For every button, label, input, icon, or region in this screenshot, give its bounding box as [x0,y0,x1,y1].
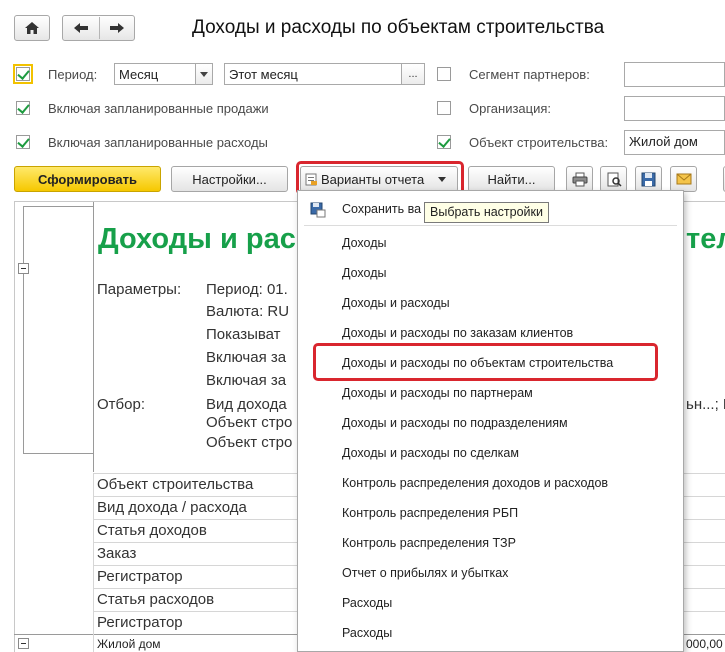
menu-item[interactable]: Доходы и расходы по сделкам [342,446,519,460]
report-variants-menu: Сохранить ва Доходы Доходы Доходы и расх… [297,190,684,652]
report-title-tail: тел [686,223,725,255]
minus-icon [21,643,26,644]
segment-checkbox[interactable] [437,67,451,81]
window-title: Доходы и расходы по объектам строительст… [192,17,605,38]
print-preview-icon [607,172,622,187]
object-field[interactable]: Жилой дом [624,130,725,155]
planned-expenses-label: Включая запланированные расходы [48,135,268,150]
segment-field[interactable] [624,62,725,87]
filter-line-tail: ьн...; Р [686,396,725,413]
report-title: Доходы и рас [98,223,296,255]
chevron-down-icon [200,71,208,77]
filter-label: Отбор: [97,396,145,413]
grouping-row: Регистратор [97,614,183,631]
find-button[interactable]: Найти... [468,166,555,192]
save-settings-icon [310,202,326,218]
menu-item[interactable]: Отчет о прибылях и убытках [342,566,508,580]
menu-item[interactable]: Контроль распределения доходов и расходо… [342,476,608,490]
period-dropdown-button[interactable] [195,63,213,85]
printer-icon [572,172,587,186]
menu-item[interactable]: Расходы [342,596,392,610]
settings-button[interactable]: Настройки... [171,166,288,192]
data-row-label: Жилой дом [97,637,161,651]
tooltip: Выбрать настройки [424,202,549,223]
period-range-button[interactable]: ... [401,63,425,85]
preview-button[interactable] [600,166,627,192]
grouping-row: Заказ [97,545,137,562]
group-bracket [23,206,93,454]
menu-item[interactable]: Расходы [342,626,392,640]
filter-line: Объект стро [206,434,293,451]
menu-item[interactable]: Доходы [342,266,386,280]
envelope-icon [676,173,691,185]
param-line: Период: 01. [206,281,288,298]
grouping-column-divider [93,473,94,652]
menu-item[interactable]: Доходы и расходы [342,296,450,310]
param-line: Валюта: RU [206,303,290,320]
object-label: Объект строительства: [469,135,609,150]
report-left-gutter [14,202,15,652]
menu-item[interactable]: Доходы [342,236,386,250]
collapse-group-button[interactable] [18,263,29,274]
period-checkbox[interactable] [13,64,33,84]
planned-sales-label: Включая запланированные продажи [48,101,269,116]
menu-item[interactable]: Доходы и расходы по заказам клиентов [342,326,573,340]
save-button[interactable] [635,166,662,192]
arrow-left-icon [74,23,88,33]
params-label: Параметры: [97,281,182,298]
arrow-right-icon [110,23,124,33]
menu-item-save-variant[interactable]: Сохранить ва [342,202,421,216]
org-label: Организация: [469,101,552,116]
email-button[interactable] [670,166,697,192]
floppy-disk-icon [641,172,656,186]
forward-button[interactable] [100,16,134,40]
home-icon [25,22,39,34]
param-line: Включая за [206,349,287,366]
org-checkbox[interactable] [437,101,451,115]
planned-expenses-checkbox[interactable] [16,135,30,149]
selected-item-highlight [313,343,658,381]
period-select[interactable]: Месяц [114,63,196,85]
grouping-row: Объект строительства [97,476,254,493]
menu-item[interactable]: Контроль распределения ТЗР [342,536,516,550]
menu-item[interactable]: Контроль распределения РБП [342,506,518,520]
grouping-row: Регистратор [97,568,183,585]
grouping-row: Статья доходов [97,522,207,539]
minus-icon [21,268,26,269]
object-checkbox[interactable] [437,135,451,149]
filter-line: Объект стро [206,414,293,431]
org-field[interactable] [624,96,725,121]
print-button[interactable] [566,166,593,192]
header-divider [93,202,94,472]
period-label: Период: [48,67,98,82]
grouping-row: Вид дохода / расхода [97,499,247,516]
param-line: Показыват [206,326,281,343]
home-button[interactable] [14,15,50,41]
back-button[interactable] [63,16,99,40]
menu-separator [304,225,677,226]
collapse-row-button[interactable] [18,638,29,649]
param-line: Включая за [206,372,287,389]
menu-item[interactable]: Доходы и расходы по партнерам [342,386,533,400]
segment-label: Сегмент партнеров: [469,67,590,82]
generate-button[interactable]: Сформировать [14,166,161,192]
menu-item[interactable]: Доходы и расходы по подразделениям [342,416,568,430]
filter-line: Вид дохода [206,396,287,413]
planned-sales-checkbox[interactable] [16,101,30,115]
grouping-row: Статья расходов [97,591,215,608]
period-range-field[interactable]: Этот месяц [224,63,402,85]
